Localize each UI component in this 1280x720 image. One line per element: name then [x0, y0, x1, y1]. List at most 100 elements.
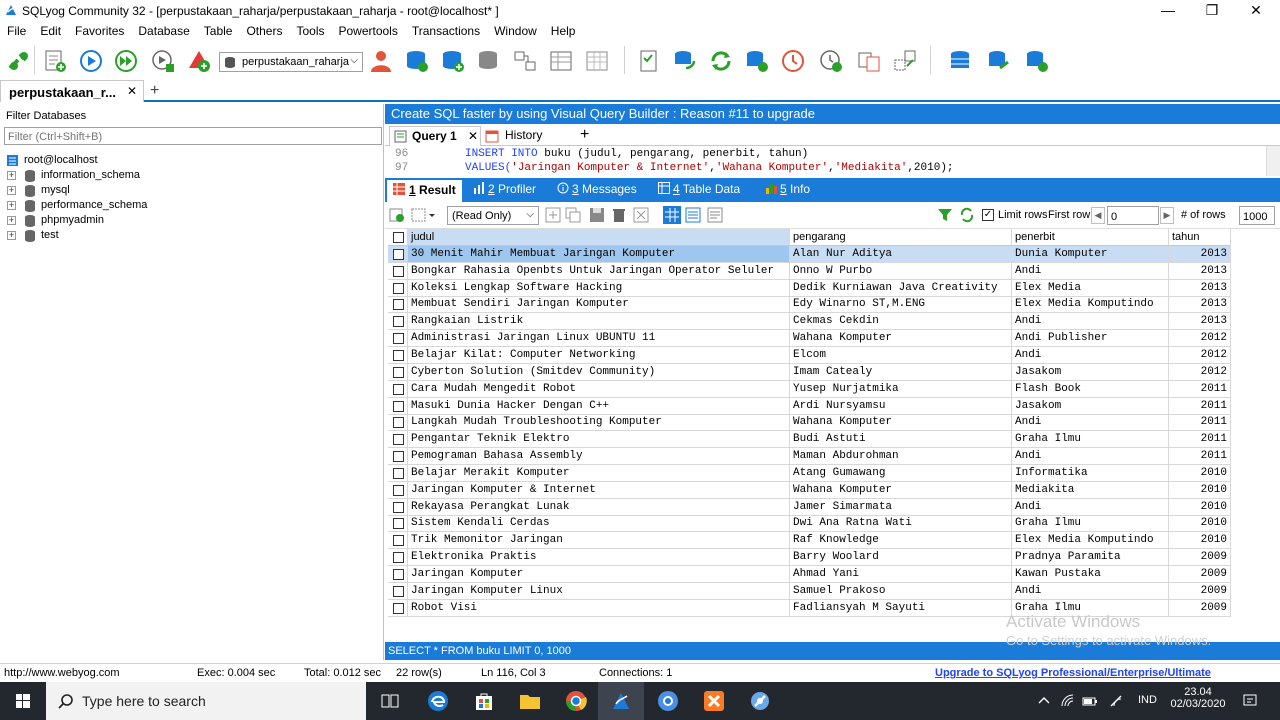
table-cell[interactable]: Cara Mudah Mengedit Robot: [408, 381, 790, 398]
table-row[interactable]: Rangkaian Listrik Cekmas Cekdin Andi 2013: [388, 313, 1231, 330]
table-cell[interactable]: 2011: [1169, 414, 1231, 431]
table-cell[interactable]: Membuat Sendiri Jaringan Komputer: [408, 296, 790, 313]
table-cell[interactable]: Andi: [1012, 583, 1169, 600]
table-cell[interactable]: 2013: [1169, 280, 1231, 297]
tree-db-phpmyadmin[interactable]: + phpmyadmin: [0, 213, 380, 228]
table-cell[interactable]: Raf Knowledge: [790, 532, 1012, 549]
xampp-icon[interactable]: [702, 689, 726, 713]
num-rows-input[interactable]: [1239, 206, 1275, 225]
table-cell[interactable]: Wahana Komputer: [790, 330, 1012, 347]
row-checkbox[interactable]: [393, 485, 404, 496]
table-cell[interactable]: 2013: [1169, 246, 1231, 263]
table-cell[interactable]: Yusep Nurjatmika: [790, 381, 1012, 398]
table-row[interactable]: Trik Memonitor Jaringan Raf Knowledge Elex…: [388, 532, 1231, 549]
table-cell[interactable]: Edy Winarno ST,M.ENG: [790, 296, 1012, 313]
menu-transactions[interactable]: Transactions: [405, 22, 487, 38]
add-connection-tab-button[interactable]: +: [150, 82, 159, 100]
input-language[interactable]: IND: [1138, 694, 1157, 706]
row-checkbox[interactable]: [393, 603, 404, 614]
notification-center-icon[interactable]: [1242, 693, 1258, 709]
status-url[interactable]: http://www.webyog.com: [4, 667, 120, 679]
table-cell[interactable]: Belajar Kilat: Computer Networking: [408, 347, 790, 364]
tab-messages[interactable]: 3 Messages: [557, 182, 637, 200]
tool-app-icon[interactable]: [748, 689, 772, 713]
previous-page-button[interactable]: ◀: [1091, 207, 1105, 224]
scheduled-icon[interactable]: [780, 48, 806, 74]
tab-table-data[interactable]: 4 Table Data: [658, 182, 740, 200]
table-cell[interactable]: Ardi Nursyamsu: [790, 398, 1012, 415]
chrome-icon[interactable]: [564, 689, 588, 713]
table-cell[interactable]: Dwi Ana Ratna Wati: [790, 515, 1012, 532]
column-header[interactable]: penerbit: [1012, 229, 1169, 246]
row-checkbox[interactable]: [393, 468, 404, 479]
table-cell[interactable]: 2010: [1169, 482, 1231, 499]
tab-query-1[interactable]: Query 1 ✕: [389, 126, 481, 146]
table-cell[interactable]: Cyberton Solution (Smitdev Community): [408, 364, 790, 381]
tab-result[interactable]: 1 Result: [387, 180, 462, 202]
table-cell[interactable]: Imam Catealy: [790, 364, 1012, 381]
row-checkbox[interactable]: [393, 535, 404, 546]
table-cell[interactable]: 2012: [1169, 330, 1231, 347]
table-row[interactable]: Koleksi Lengkap Software Hacking Dedik Ku…: [388, 280, 1231, 297]
table-row[interactable]: Elektronika Praktis Barry Woolard Pradnya …: [388, 549, 1231, 566]
expand-icon[interactable]: +: [7, 186, 16, 195]
database-refresh-icon[interactable]: [1024, 48, 1050, 74]
task-view-icon[interactable]: [378, 689, 402, 713]
wifi-icon[interactable]: [1060, 693, 1076, 709]
table-cell[interactable]: Samuel Prakoso: [790, 583, 1012, 600]
network-icon[interactable]: [1108, 693, 1124, 709]
file-explorer-icon[interactable]: [518, 689, 542, 713]
table-cell[interactable]: Elex Media Komputindo: [1012, 532, 1169, 549]
table-cell[interactable]: Jaringan Komputer Linux: [408, 583, 790, 600]
table-cell[interactable]: Jaringan Komputer: [408, 566, 790, 583]
table-row[interactable]: Sistem Kendali Cerdas Dwi Ana Ratna Wati G…: [388, 515, 1231, 532]
table-cell[interactable]: Belajar Merakit Komputer: [408, 465, 790, 482]
row-checkbox[interactable]: [393, 434, 404, 445]
refresh-icon[interactable]: [959, 207, 975, 223]
menu-file[interactable]: File: [0, 22, 33, 38]
table-cell[interactable]: Elcom: [790, 347, 1012, 364]
table-row[interactable]: Belajar Kilat: Computer Networking Elcom A…: [388, 347, 1231, 364]
row-checkbox[interactable]: [393, 299, 404, 310]
chrome-profile-icon[interactable]: [656, 689, 680, 713]
table-cell[interactable]: Andi Publisher: [1012, 330, 1169, 347]
first-row-input[interactable]: [1107, 206, 1159, 225]
table-row[interactable]: Cara Mudah Mengedit Robot Yusep Nurjatmik…: [388, 381, 1231, 398]
table-cell[interactable]: Andi: [1012, 499, 1169, 516]
table-cell[interactable]: Mediakita: [1012, 482, 1169, 499]
table-cell[interactable]: Jasakom: [1012, 398, 1169, 415]
upgrade-link[interactable]: Upgrade to SQLyog Professional/Enterpris…: [935, 667, 1211, 679]
row-checkbox[interactable]: [393, 569, 404, 580]
row-checkbox[interactable]: [393, 552, 404, 563]
table-cell[interactable]: Trik Memonitor Jaringan: [408, 532, 790, 549]
store-icon[interactable]: [472, 689, 496, 713]
table-cell[interactable]: Dedik Kurniawan Java Creativity: [790, 280, 1012, 297]
add-row-icon[interactable]: [545, 207, 561, 223]
table-row[interactable]: Jaringan Komputer & Internet Wahana Kompu…: [388, 482, 1231, 499]
select-all-checkbox[interactable]: [393, 232, 404, 243]
table-cell[interactable]: 2010: [1169, 499, 1231, 516]
text-view-icon[interactable]: [707, 207, 723, 223]
sqlyog-taskbar-icon[interactable]: [609, 689, 633, 713]
table-cell[interactable]: 2011: [1169, 448, 1231, 465]
expand-icon[interactable]: +: [7, 171, 16, 180]
row-checkbox[interactable]: [393, 249, 404, 260]
menu-edit[interactable]: Edit: [33, 22, 68, 38]
schema-designer-icon[interactable]: [512, 48, 538, 74]
menu-powertools[interactable]: Powertools: [331, 22, 404, 38]
row-checkbox[interactable]: [393, 384, 404, 395]
database-stack-icon[interactable]: [948, 48, 974, 74]
editor-scrollbar[interactable]: [1266, 146, 1280, 176]
tree-db-test[interactable]: + test: [0, 228, 380, 243]
table-row[interactable]: Langkah Mudah Troubleshooting Komputer Wa…: [388, 414, 1231, 431]
copy-db-icon[interactable]: [744, 48, 770, 74]
save-icon[interactable]: [589, 207, 605, 223]
table-cell[interactable]: 2009: [1169, 549, 1231, 566]
new-query-icon[interactable]: [42, 48, 68, 74]
close-icon[interactable]: ✕: [127, 84, 137, 98]
table-cell[interactable]: Pengantar Teknik Elektro: [408, 431, 790, 448]
table-cell[interactable]: Onno W Purbo: [790, 263, 1012, 280]
table-cell[interactable]: 2009: [1169, 566, 1231, 583]
cancel-changes-icon[interactable]: [633, 207, 649, 223]
refresh-object-browser-icon[interactable]: [186, 48, 212, 74]
